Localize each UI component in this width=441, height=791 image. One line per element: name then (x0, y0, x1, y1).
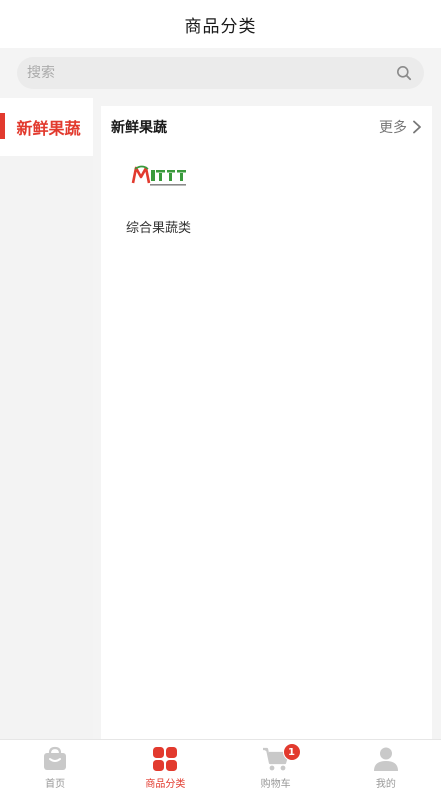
tab-profile[interactable]: 我的 (331, 740, 441, 791)
tab-label: 首页 (45, 779, 66, 790)
brand-logo-icon (131, 165, 186, 186)
page-header: 商品分类 (0, 0, 441, 48)
tab-label: 购物车 (260, 779, 291, 790)
bottom-tab-bar: 首页 商品分类 1 购物车 我的 (0, 739, 441, 791)
search-bar (0, 48, 441, 98)
cart-badge: 1 (282, 743, 301, 761)
section-header: 新鲜果蔬 更多 (111, 116, 422, 138)
more-label: 更多 (379, 120, 407, 136)
tab-cart[interactable]: 1 购物车 (221, 740, 331, 791)
search-icon[interactable] (396, 65, 412, 81)
chevron-right-icon (413, 120, 421, 134)
search-box[interactable] (17, 57, 424, 89)
section-title: 新鲜果蔬 (111, 120, 167, 136)
category-grid-icon (153, 747, 178, 771)
category-panel: 新鲜果蔬 更多 综合果蔬类 (101, 106, 432, 739)
tab-category[interactable]: 商品分类 (110, 740, 220, 791)
subcategory-item[interactable]: 综合果蔬类 (126, 161, 236, 236)
user-icon (373, 747, 398, 771)
sidebar-item-label: 新鲜果蔬 (16, 119, 81, 138)
home-bag-icon (44, 746, 67, 770)
category-sidebar: 新鲜果蔬 (0, 98, 93, 739)
search-input[interactable] (27, 65, 396, 81)
page-title: 商品分类 (184, 16, 257, 37)
subcategory-label: 综合果蔬类 (126, 221, 192, 236)
more-link[interactable]: 更多 (379, 117, 422, 137)
tab-home[interactable]: 首页 (0, 740, 110, 791)
tab-label: 商品分类 (145, 779, 186, 790)
tab-label: 我的 (375, 779, 396, 790)
sidebar-item-fresh-produce[interactable]: 新鲜果蔬 (0, 98, 93, 156)
